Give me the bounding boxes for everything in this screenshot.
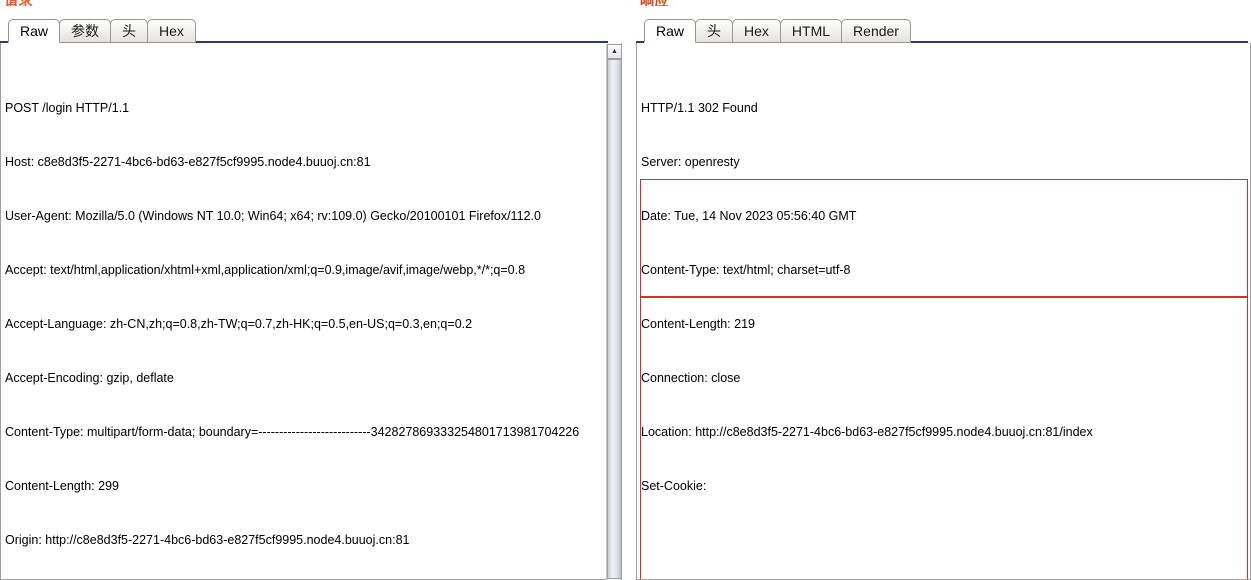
response-header-line: Date: Tue, 14 Nov 2023 05:56:40 GMT (641, 209, 857, 223)
response-tab-html[interactable]: HTML (779, 19, 843, 43)
response-tab-render[interactable]: Render (841, 19, 911, 43)
response-status-line: HTTP/1.1 302 Found (641, 101, 758, 115)
request-vertical-scrollbar[interactable]: ▲ (606, 44, 622, 580)
request-viewport[interactable]: POST /login HTTP/1.1 Host: c8e8d3f5-2271… (0, 43, 622, 580)
content-type-header: Content-Type: multipart/form-data; bound… (5, 425, 573, 439)
request-header-line: Accept-Language: zh-CN,zh;q=0.8,zh-TW;q=… (5, 317, 473, 331)
request-header-line: Content-Length: 299 (5, 479, 119, 493)
request-header-line: Accept: text/html,application/xhtml+xml,… (5, 263, 526, 277)
set-cookie-header-label: Set-Cookie: (641, 479, 707, 493)
request-header-line: POST /login HTTP/1.1 (5, 101, 130, 115)
request-tabstrip: Raw 参数 头 Hex (8, 15, 196, 43)
request-tab-hex[interactable]: Hex (147, 19, 196, 43)
request-header-line: Accept-Encoding: gzip, deflate (5, 371, 174, 385)
response-header-line: Content-Length: 219 (641, 317, 755, 331)
panel-divider (622, 0, 636, 580)
request-panel-caption: 请求 (4, 0, 33, 6)
response-header-line: Connection: close (641, 371, 741, 385)
request-tab-headers[interactable]: 头 (110, 19, 149, 43)
response-viewport[interactable]: HTTP/1.1 302 Found Server: openresty Dat… (636, 43, 1251, 580)
response-header-line: Server: openresty (641, 155, 740, 169)
request-panel: 请求 Raw 参数 头 Hex POST /login HTTP/1.1 Hos… (0, 0, 622, 580)
request-header-line: Origin: http://c8e8d3f5-2271-4bc6-bd63-e… (5, 533, 410, 547)
request-tab-raw[interactable]: Raw (8, 19, 61, 43)
response-tab-raw[interactable]: Raw (644, 19, 697, 43)
request-header-line: User-Agent: Mozilla/5.0 (Windows NT 10.0… (5, 209, 541, 223)
request-header-line: Host: c8e8d3f5-2271-4bc6-bd63-e827f5cf99… (5, 155, 371, 169)
request-tab-params[interactable]: 参数 (59, 19, 112, 43)
content-type-boundary-tail: 6 (572, 425, 580, 439)
response-raw-text[interactable]: HTTP/1.1 302 Found Server: openresty Dat… (637, 43, 1237, 579)
scrollbar-thumb[interactable] (607, 59, 622, 579)
response-panel: 响应 Raw 头 Hex HTML Render HTTP/1.1 302 Fo… (636, 0, 1251, 580)
response-panel-caption: 响应 (640, 0, 669, 6)
response-header-line: Content-Type: text/html; charset=utf-8 (641, 263, 851, 277)
request-header-line: Content-Type: multipart/form-data; bound… (5, 423, 609, 441)
burp-repeater-view: 请求 Raw 参数 头 Hex POST /login HTTP/1.1 Hos… (0, 0, 1251, 580)
request-raw-text[interactable]: POST /login HTTP/1.1 Host: c8e8d3f5-2271… (1, 43, 609, 579)
set-cookie-highlight-group[interactable]: session=.eJxNkFFrwjAUhf_KuM8-tGI9EXyoxEk… (641, 549, 1237, 579)
response-tab-hex[interactable]: Hex (732, 19, 781, 43)
response-location-header: Location: http://c8e8d3f5-2271-4bc6-bd63… (641, 425, 1093, 439)
response-tabstrip: Raw 头 Hex HTML Render (644, 15, 911, 43)
response-tab-headers[interactable]: 头 (695, 19, 734, 43)
scroll-up-arrow-icon[interactable]: ▲ (607, 44, 622, 59)
